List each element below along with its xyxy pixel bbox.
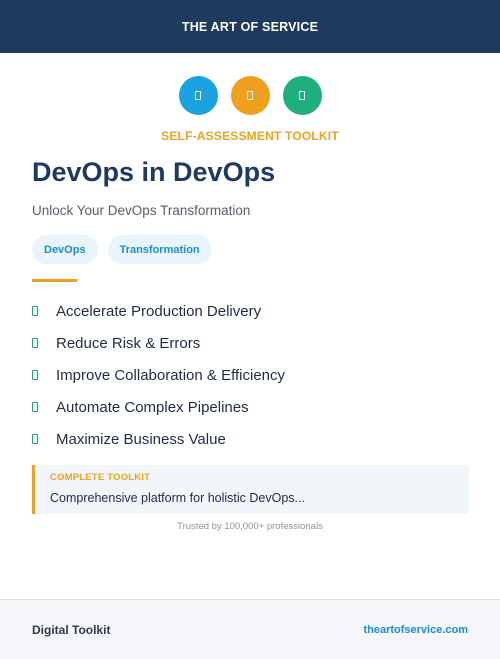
accent-divider: [32, 279, 77, 282]
toolkit-callout: COMPLETE TOOLKIT Comprehensive platform …: [32, 465, 469, 514]
footer-label: Digital Toolkit: [32, 622, 111, 637]
feature-item: Automate Complex Pipelines: [32, 391, 285, 423]
icon-row: [0, 76, 500, 115]
callout-text: Comprehensive platform for holistic DevO…: [50, 491, 305, 505]
check-icon: [32, 338, 38, 348]
feature-list: Accelerate Production Delivery Reduce Ri…: [32, 295, 285, 455]
check-icon: [32, 434, 38, 444]
feature-item: Accelerate Production Delivery: [32, 295, 285, 327]
tag-list: DevOps Transformation: [32, 235, 212, 264]
toolkit-kicker: SELF-ASSESSMENT TOOLKIT: [161, 129, 339, 143]
feature-item: Improve Collaboration & Efficiency: [32, 359, 285, 391]
tag-devops[interactable]: DevOps: [32, 235, 98, 264]
document-icon: [282, 76, 322, 115]
brand-name: THE ART OF SERVICE: [181, 19, 319, 34]
check-icon: [32, 402, 38, 412]
page-subtitle: Unlock Your DevOps Transformation: [32, 203, 251, 218]
document-icon: [178, 76, 218, 115]
callout-label: COMPLETE TOOLKIT: [50, 472, 151, 483]
trust-text: Trusted by 100,000+ professionals: [177, 521, 323, 532]
top-banner: THE ART OF SERVICE: [0, 0, 500, 53]
website-link[interactable]: theartofservice.com: [363, 624, 468, 636]
page-title: DevOps in DevOps: [32, 157, 276, 187]
feature-item: Reduce Risk & Errors: [32, 327, 285, 359]
footer: Digital Toolkit theartofservice.com: [0, 599, 500, 659]
tag-transformation[interactable]: Transformation: [107, 235, 212, 264]
check-icon: [32, 370, 38, 380]
document-icon: [230, 76, 270, 115]
feature-item: Maximize Business Value: [32, 423, 285, 455]
check-icon: [32, 306, 38, 316]
